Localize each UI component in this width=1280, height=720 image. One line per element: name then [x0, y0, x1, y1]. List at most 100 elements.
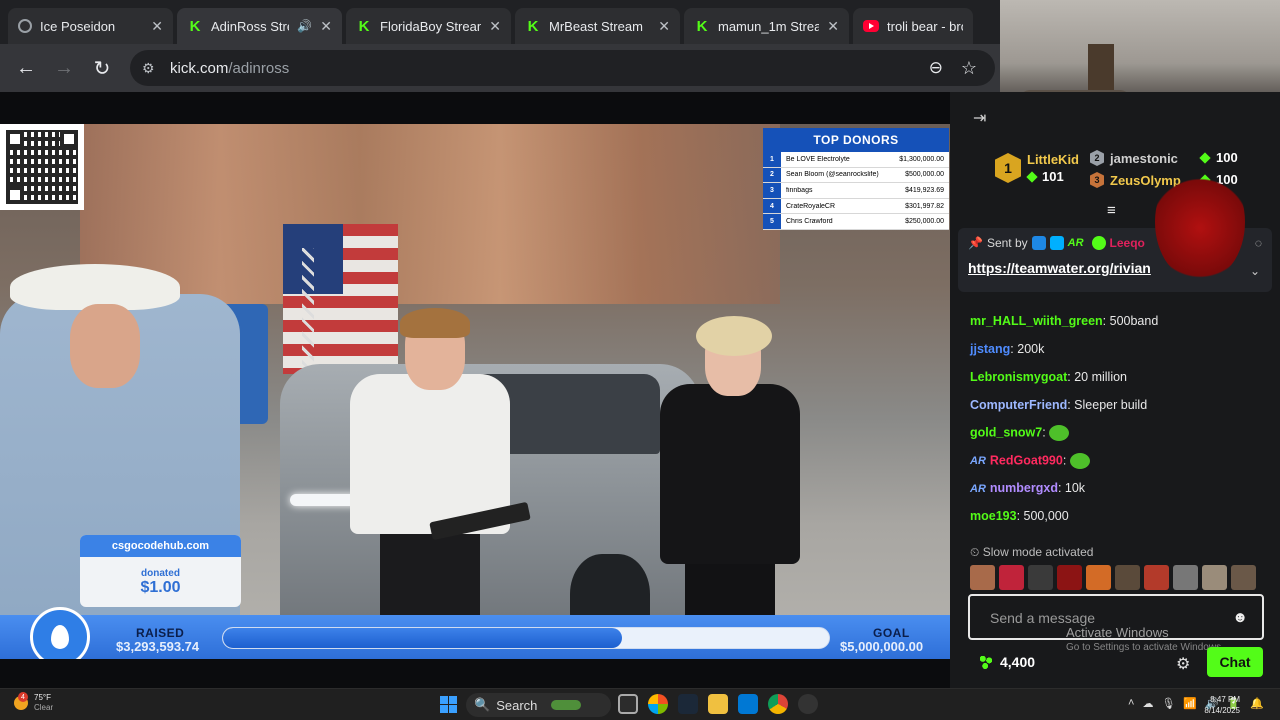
pepe-emote-icon [1049, 425, 1070, 441]
tab-adinross[interactable]: K AdinRoss Stream 🔊 ✕ [177, 8, 342, 44]
microsoft-store-icon[interactable] [738, 694, 758, 714]
youtube-icon [863, 20, 879, 32]
close-icon[interactable]: ✕ [320, 18, 332, 35]
collapse-chat-icon[interactable]: ⇥ [973, 108, 986, 128]
chat-send-button[interactable]: Chat [1207, 647, 1263, 677]
chat-username[interactable]: numbergxd [990, 481, 1058, 495]
points-icon [978, 654, 994, 670]
points-value: 4,400 [1000, 654, 1036, 670]
donor-amount: $500,000.00 [905, 171, 944, 179]
tab-floridaboy[interactable]: K FloridaBoy Stream ✕ [346, 8, 511, 44]
close-icon[interactable]: ✕ [658, 18, 670, 35]
channel-points[interactable]: 4,400 [978, 654, 1035, 670]
subscriber-badge-icon [1049, 236, 1064, 250]
close-icon[interactable]: ✕ [827, 18, 839, 35]
forward-button[interactable]: → [48, 52, 80, 84]
close-icon[interactable]: ✕ [489, 18, 501, 35]
avatar[interactable] [970, 565, 995, 590]
avatar[interactable] [1202, 565, 1227, 590]
microphone-icon[interactable]: 🎙 [1161, 697, 1175, 710]
notification-bell-icon[interactable]: 🔔 [1250, 697, 1264, 710]
emoji-icon[interactable]: ☻ [1232, 609, 1248, 626]
start-button[interactable] [440, 696, 457, 713]
weather-icon: 4 [14, 692, 28, 710]
chat-message: gold_snow7: [970, 425, 1070, 441]
chat-text: : 10k [1057, 481, 1086, 495]
clock-date: 8/14/2025 [1204, 706, 1240, 715]
raised-label: RAISED [136, 626, 185, 640]
back-button[interactable]: ← [10, 52, 42, 84]
donor-name: finnbags [786, 186, 813, 194]
verified-badge-icon [1091, 236, 1106, 250]
address-bar[interactable]: ⚙ kick.com/adinross ⊖ ☆ [130, 50, 995, 86]
leaderboard-expand-icon[interactable]: ≡ [1107, 202, 1116, 219]
zoom-icon[interactable]: ⊖ [929, 58, 943, 78]
show-hidden-icons[interactable]: ˄ [1128, 697, 1134, 710]
site-settings-icon[interactable]: ⚙ [142, 60, 162, 77]
rank-1-badge: 1 [995, 153, 1021, 183]
donor-name: Chris Crawford [786, 218, 833, 226]
avatar[interactable] [1173, 565, 1198, 590]
copilot-icon[interactable] [648, 694, 668, 714]
tab-ice-poseidon[interactable]: Ice Poseidon ✕ [8, 8, 173, 44]
chrome-icon[interactable] [768, 694, 788, 714]
close-icon[interactable]: ✕ [151, 18, 163, 35]
chat-username[interactable]: jjstang [970, 342, 1010, 356]
taskbar-search[interactable]: 🔍 Search [466, 693, 611, 717]
chat-text: : Sleeper build [1067, 398, 1148, 412]
pinned-link[interactable]: https://teamwater.org/rivian [968, 260, 1151, 276]
steam-icon[interactable] [678, 694, 698, 714]
bookmark-star-icon[interactable]: ☆ [961, 58, 977, 79]
clock[interactable]: 8:47 PM 8/14/2025 [1200, 694, 1240, 716]
leaderboard-text: LittleKid 101 [1026, 152, 1079, 184]
hide-pinned-icon[interactable]: ◌ [1255, 236, 1262, 250]
cloud-icon[interactable]: ☁ [1142, 697, 1153, 710]
chat-settings-icon[interactable]: ⚙ [1176, 654, 1190, 674]
ar-badge: AR [970, 455, 986, 468]
avatar[interactable] [1144, 565, 1169, 590]
tab-troli-bear[interactable]: troli bear - broke [853, 8, 973, 44]
file-explorer-icon[interactable] [708, 694, 728, 714]
reload-button[interactable]: ↻ [86, 52, 118, 84]
donation-alert: csgocodehub.com donated $1.00 [80, 535, 241, 607]
gem-icon [1026, 170, 1038, 183]
tab-title: mamun_1m Stream [718, 18, 820, 34]
url-path: /adinross [228, 59, 290, 77]
tab-mrbeast[interactable]: K MrBeast Stream ✕ [515, 8, 680, 44]
avatar[interactable] [1028, 565, 1053, 590]
leaderboard-name: jamestonic [1110, 150, 1178, 166]
donor-row: 2 Sean Bloom (@seanrockslife) $500,000.00 [763, 167, 949, 184]
chat-username[interactable]: RedGoat990 [990, 453, 1063, 467]
chat-message: AR numbergxd: 10k [970, 481, 1085, 495]
donor-row: 3 finnbags $419,923.69 [763, 183, 949, 199]
tab-mamun[interactable]: K mamun_1m Stream ✕ [684, 8, 849, 44]
ar-badge: AR [1067, 237, 1084, 249]
donation-label: donated [141, 568, 180, 579]
avatar[interactable] [1086, 565, 1111, 590]
chat-username[interactable]: mr_HALL_wiith_green [970, 314, 1103, 328]
avatar[interactable] [1115, 565, 1140, 590]
chat-username[interactable]: ComputerFriend [970, 398, 1067, 412]
weather-widget[interactable]: 4 75°F Clear [14, 692, 53, 713]
avatar[interactable] [999, 565, 1024, 590]
avatar[interactable] [1057, 565, 1082, 590]
avatar[interactable] [1231, 565, 1256, 590]
leaderboard-item[interactable]: 1 LittleKid 101 [995, 152, 1079, 184]
activate-windows-title: Activate Windows [1066, 625, 1169, 640]
qr-code [0, 124, 84, 210]
clock-time: 8:47 PM [1210, 695, 1240, 704]
wifi-icon[interactable]: 📶 [1183, 697, 1197, 710]
sender-name[interactable]: Leeqo [1110, 236, 1145, 250]
chat-username[interactable]: Lebronismygoat [970, 370, 1067, 384]
leaderboard-value-wrap: 101 [1026, 169, 1079, 184]
stage-truss [302, 248, 314, 378]
speaker-icon[interactable]: 🔊 [297, 19, 312, 33]
leaderboard-item[interactable]: 2 jamestonic [1090, 150, 1178, 166]
chat-username[interactable]: gold_snow7 [970, 425, 1042, 439]
tab-title: troli bear - broke [887, 18, 963, 34]
chat-username[interactable]: moe193 [970, 509, 1017, 523]
progress-fill [223, 628, 623, 648]
task-view-icon[interactable] [618, 694, 638, 714]
obs-icon[interactable] [798, 694, 818, 714]
chevron-down-icon[interactable]: ⌄ [1250, 264, 1260, 278]
